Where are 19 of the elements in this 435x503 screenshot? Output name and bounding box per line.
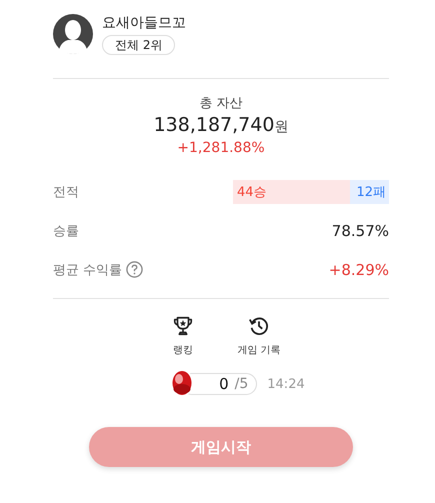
energy-timer: 14:24 (267, 376, 305, 392)
trophy-icon (172, 315, 194, 337)
ranking-button[interactable]: 랭킹 (157, 315, 209, 357)
total-assets-amount: 138,187,740원 (154, 113, 288, 138)
losses-bar: 12패 (350, 180, 389, 204)
assets-change: +1,281.88% (177, 139, 265, 157)
user-name: 요새아들므꼬 (102, 14, 186, 32)
stat-value: 78.57% (332, 222, 389, 240)
avatar-icon (53, 14, 93, 54)
rank-badge: 전체 2위 (102, 35, 176, 55)
stat-label: 승률 (53, 222, 79, 240)
history-button[interactable]: 게임 기록 (233, 315, 285, 357)
total-assets-label: 총 자산 (199, 95, 243, 113)
stat-label: 평균 수익률 (53, 262, 122, 278)
history-icon (248, 315, 270, 337)
wins-bar: 44승 (233, 180, 350, 204)
stat-label: 전적 (53, 184, 79, 200)
help-icon[interactable] (126, 261, 144, 278)
stat-value: +8.29% (328, 260, 389, 278)
